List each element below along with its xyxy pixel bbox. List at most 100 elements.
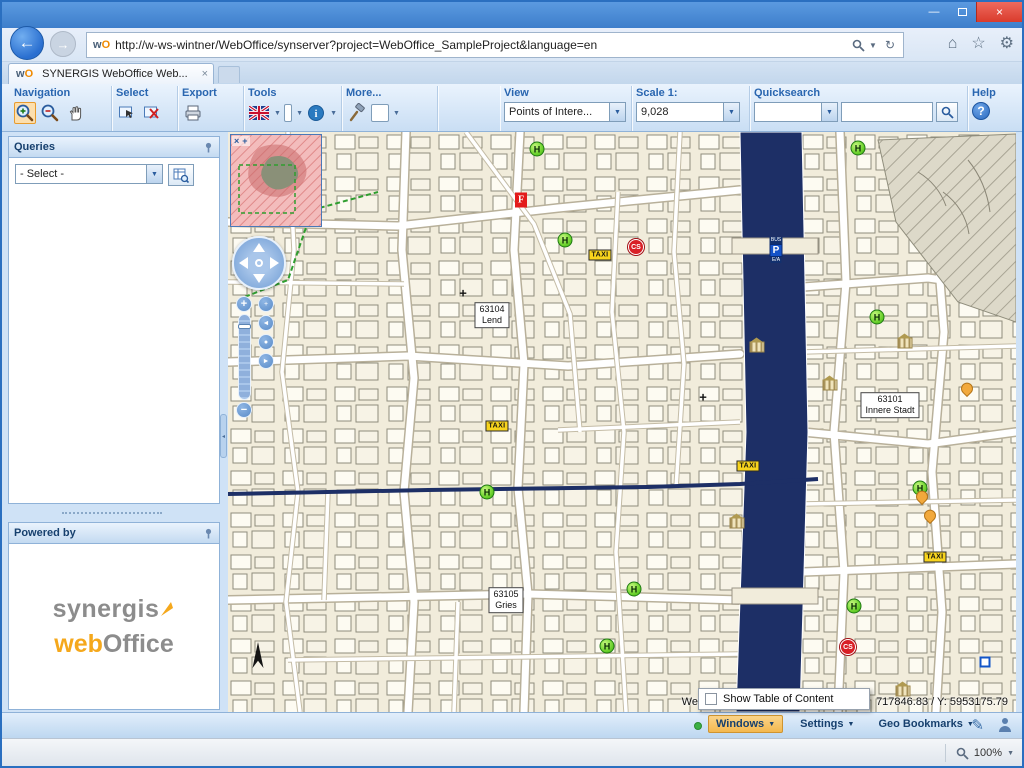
- show-toc-checkbox[interactable]: [705, 693, 717, 705]
- overview-map[interactable]: × +: [230, 134, 322, 227]
- tool-caret-icon[interactable]: ▼: [296, 110, 303, 117]
- zoom-slider-track[interactable]: [238, 314, 251, 400]
- poi-marker-h[interactable]: H: [870, 310, 885, 325]
- address-dropdown-icon[interactable]: ▼: [869, 41, 877, 50]
- tab-weboffice[interactable]: wO SYNERGIS WebOffice Web... ×: [8, 63, 214, 84]
- poi-marker-h[interactable]: H: [480, 485, 495, 500]
- maximize-button[interactable]: [948, 2, 976, 22]
- basemap[interactable]: [228, 132, 1016, 712]
- poi-marker-h[interactable]: H: [530, 142, 545, 157]
- measure-tool-button[interactable]: [346, 102, 368, 124]
- poi-marker-bluesq[interactable]: [980, 657, 991, 668]
- overview-move-icon[interactable]: +: [242, 136, 247, 146]
- search-icon[interactable]: [852, 39, 865, 52]
- queries-select-caret-icon[interactable]: ▼: [146, 165, 162, 183]
- windows-menu-button[interactable]: Windows ▼: [708, 715, 783, 733]
- help-button[interactable]: ?: [972, 102, 990, 120]
- back-button[interactable]: ←: [10, 26, 44, 60]
- address-bar[interactable]: wO http://w-ws-wintner/WebOffice/synserv…: [86, 32, 904, 58]
- poi-marker-museum[interactable]: [750, 342, 765, 353]
- overview-close-icon[interactable]: ×: [234, 136, 239, 146]
- url-text[interactable]: http://w-ws-wintner/WebOffice/synserver?…: [115, 38, 852, 52]
- pan-tool-button[interactable]: [64, 102, 86, 124]
- zoom-slider-handle[interactable]: [238, 324, 251, 329]
- language-caret-icon[interactable]: ▼: [274, 110, 281, 117]
- new-tab-button[interactable]: [218, 66, 240, 83]
- favorites-icon[interactable]: ☆: [971, 36, 985, 52]
- quicksearch-dropdown-caret-icon[interactable]: ▼: [821, 103, 837, 121]
- full-extent-button[interactable]: ●: [258, 334, 274, 350]
- close-button[interactable]: ×: [976, 2, 1022, 22]
- pan-center-icon[interactable]: [255, 259, 263, 267]
- poi-marker-h[interactable]: H: [851, 141, 866, 156]
- poi-marker-museum[interactable]: [898, 338, 913, 349]
- zoom-in-button[interactable]: +: [236, 296, 252, 312]
- poi-marker-plus[interactable]: +: [459, 286, 467, 301]
- poi-marker-cs[interactable]: CS: [628, 239, 644, 255]
- previous-extent-button[interactable]: ◄: [258, 315, 274, 331]
- forward-button[interactable]: →: [50, 31, 76, 57]
- poi-marker-museum[interactable]: [896, 686, 911, 697]
- select-tool-button[interactable]: [116, 102, 138, 124]
- print-button[interactable]: [182, 102, 204, 124]
- info-caret-icon[interactable]: ▼: [330, 110, 337, 117]
- map-viewport[interactable]: × + + −: [228, 132, 1016, 712]
- poi-marker-h[interactable]: H: [847, 599, 862, 614]
- poi-marker-cs[interactable]: CS: [840, 639, 856, 655]
- quicksearch-button[interactable]: [936, 102, 958, 122]
- user-profile-icon[interactable]: [998, 718, 1012, 732]
- tab-close-icon[interactable]: ×: [202, 68, 208, 80]
- redline-pencil-icon[interactable]: ✎: [971, 716, 984, 734]
- poi-marker-plus[interactable]: +: [699, 390, 707, 405]
- pan-compass[interactable]: [232, 236, 286, 290]
- poi-marker-h[interactable]: H: [600, 639, 615, 654]
- pan-west-icon[interactable]: [239, 257, 248, 269]
- poi-marker-h[interactable]: H: [558, 233, 573, 248]
- minimize-button[interactable]: —: [920, 2, 948, 22]
- pan-south-icon[interactable]: [253, 274, 265, 283]
- pan-mode-button[interactable]: +: [258, 296, 274, 312]
- powered-by-header[interactable]: Powered by: [8, 522, 220, 544]
- view-dropdown-caret-icon[interactable]: ▼: [609, 103, 625, 121]
- quicksearch-dropdown[interactable]: ▼: [754, 102, 838, 122]
- browser-zoom-control[interactable]: 100% ▼: [945, 744, 1014, 762]
- poi-marker-h[interactable]: H: [627, 582, 642, 597]
- pan-north-icon[interactable]: [253, 243, 265, 252]
- scale-dropdown[interactable]: 9,028 ▼: [636, 102, 740, 122]
- clear-selection-button[interactable]: [141, 102, 163, 124]
- show-toc-label[interactable]: Show Table of Content: [723, 693, 833, 705]
- tool-dropdown-button[interactable]: [284, 104, 292, 122]
- sidebar-collapse-handle[interactable]: ◂: [220, 414, 227, 458]
- scale-dropdown-caret-icon[interactable]: ▼: [723, 103, 739, 121]
- zoom-out-tool-button[interactable]: [39, 102, 61, 124]
- quicksearch-input[interactable]: [841, 102, 933, 122]
- settings-gear-icon[interactable]: ⚙: [1000, 36, 1014, 52]
- poi-marker-taxi[interactable]: TAXI: [923, 552, 946, 563]
- pan-east-icon[interactable]: [270, 257, 279, 269]
- poi-marker-museum[interactable]: [730, 518, 745, 529]
- geo-bookmarks-menu-button[interactable]: Geo Bookmarks ▼: [871, 716, 980, 732]
- panel-splitter[interactable]: [62, 512, 162, 514]
- query-editor-button[interactable]: [168, 164, 194, 186]
- pin-icon[interactable]: [203, 142, 214, 153]
- poi-marker-taxi[interactable]: TAXI: [736, 461, 759, 472]
- view-dropdown[interactable]: Points of Intere... ▼: [504, 102, 626, 122]
- poi-marker-taxi[interactable]: TAXI: [588, 250, 611, 261]
- refresh-icon[interactable]: ↻: [885, 38, 895, 52]
- zoom-out-button[interactable]: −: [236, 402, 252, 418]
- pin-icon[interactable]: [203, 528, 214, 539]
- title-bar[interactable]: — ×: [2, 2, 1022, 28]
- queries-select-dropdown[interactable]: - Select - ▼: [15, 164, 163, 184]
- poi-marker-f[interactable]: F: [515, 193, 527, 208]
- next-extent-button[interactable]: ►: [258, 353, 274, 369]
- poi-marker-museum[interactable]: [823, 380, 838, 391]
- settings-menu-button[interactable]: Settings ▼: [793, 716, 861, 732]
- poi-marker-taxi[interactable]: TAXI: [485, 421, 508, 432]
- zoom-in-tool-button[interactable]: [14, 102, 36, 124]
- queries-panel-header[interactable]: Queries: [8, 136, 220, 158]
- home-icon[interactable]: ⌂: [948, 36, 958, 52]
- language-flag-button[interactable]: [248, 102, 270, 124]
- info-tool-button[interactable]: i: [306, 102, 326, 124]
- more-dropdown-button[interactable]: [371, 104, 389, 122]
- poi-marker-parking[interactable]: BUSPE/A: [770, 237, 783, 263]
